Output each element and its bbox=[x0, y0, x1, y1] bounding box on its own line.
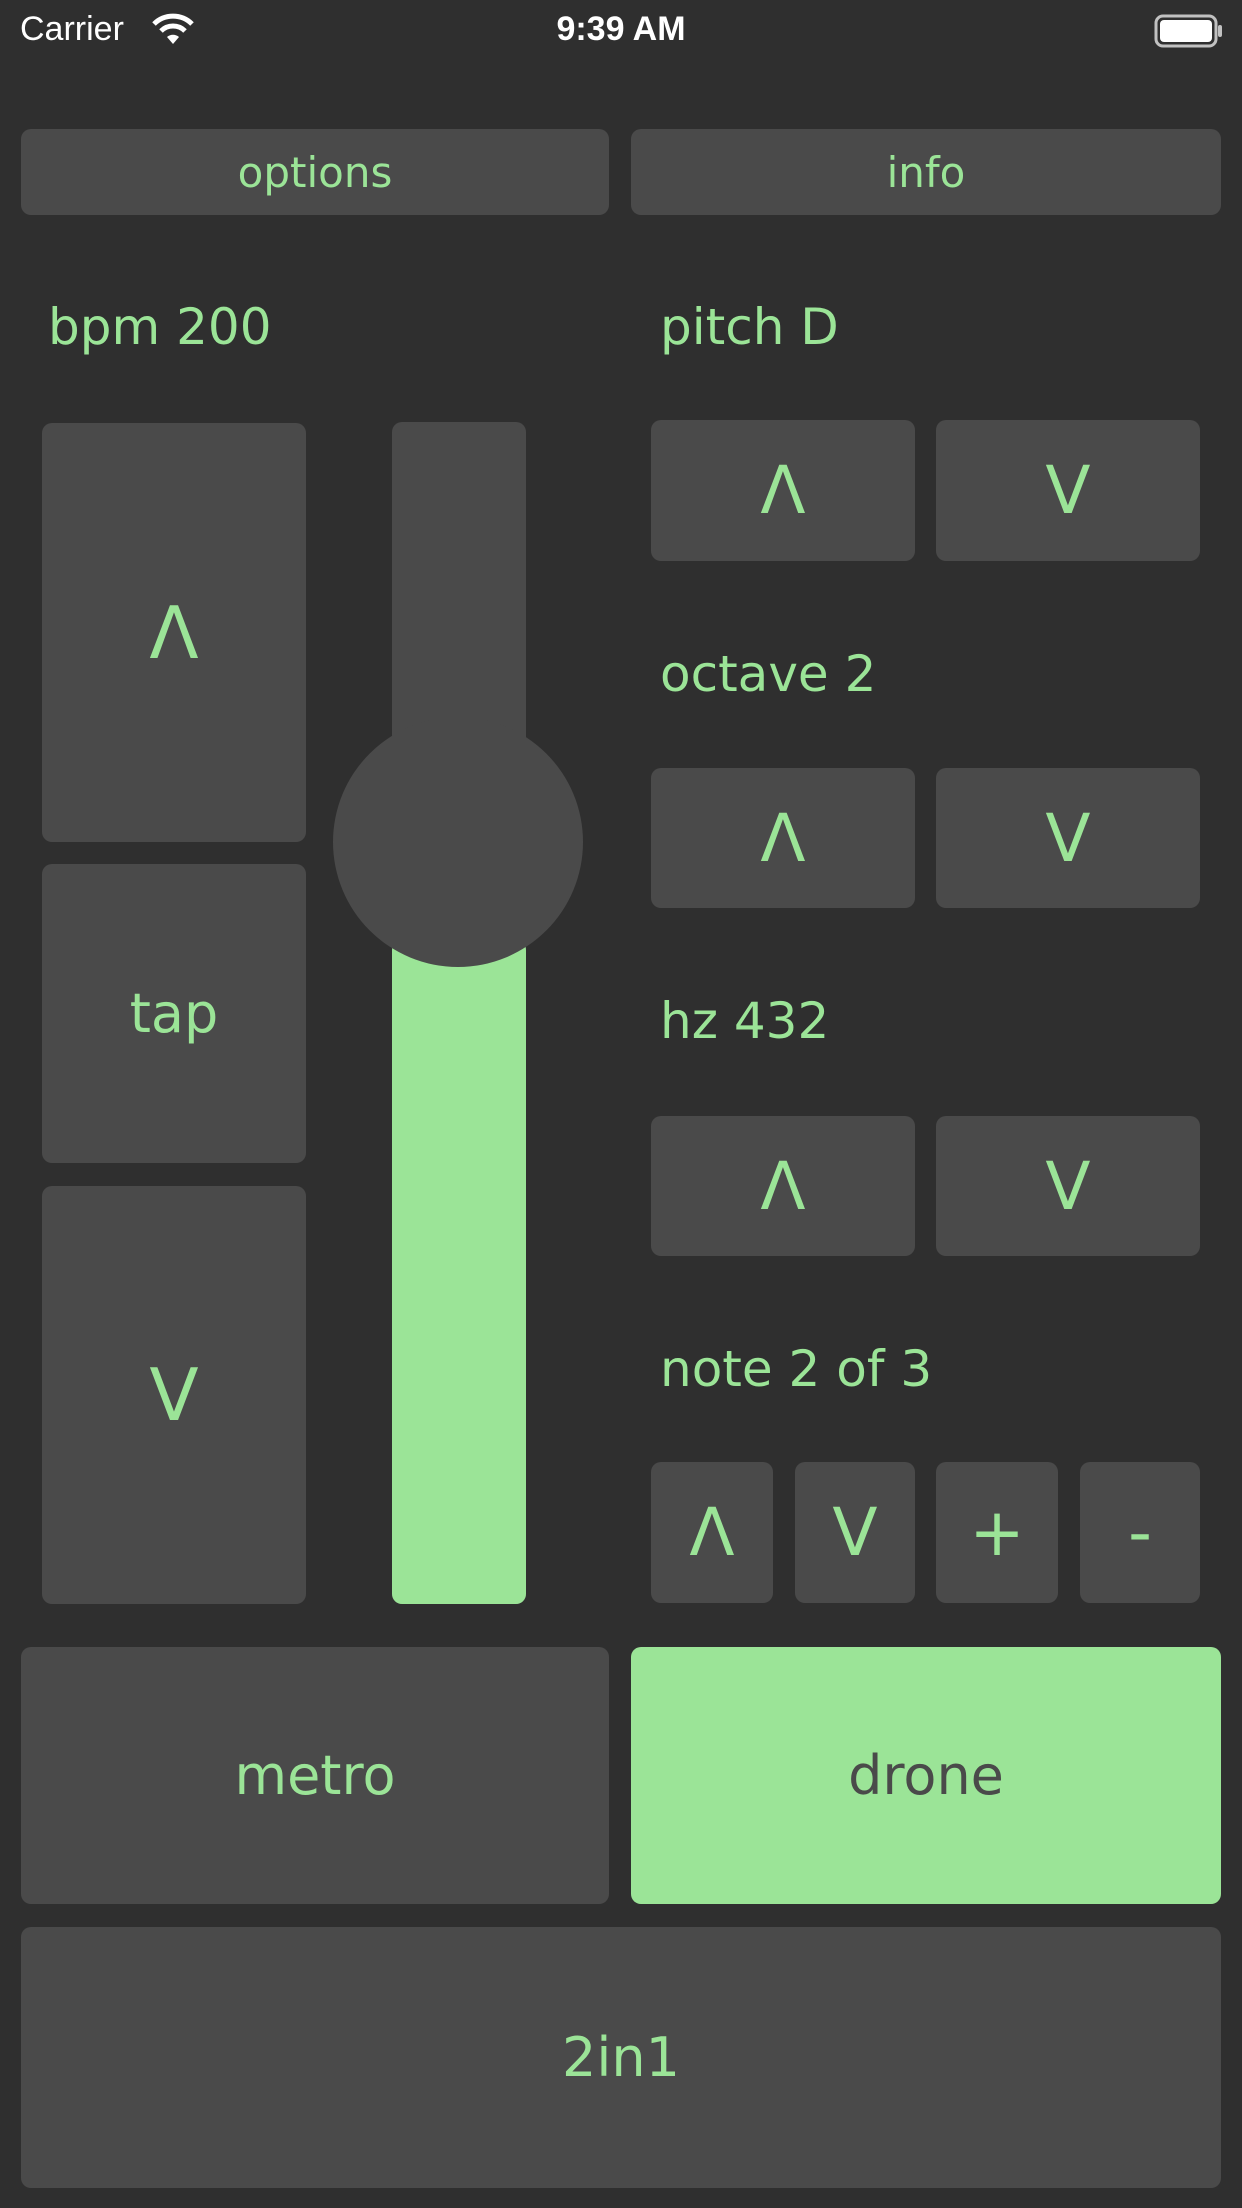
up-arrow-icon: Λ bbox=[760, 1147, 806, 1225]
up-arrow-icon: Λ bbox=[760, 799, 806, 877]
minus-icon: - bbox=[1128, 1494, 1152, 1571]
drone-button[interactable]: drone bbox=[631, 1647, 1221, 1904]
hz-down-button[interactable]: V bbox=[936, 1116, 1200, 1256]
note-label: note 2 of 3 bbox=[660, 1340, 933, 1398]
bpm-label: bpm 200 bbox=[48, 298, 272, 356]
tap-label: tap bbox=[129, 982, 219, 1045]
octave-label: octave 2 bbox=[660, 645, 877, 703]
status-time: 9:39 AM bbox=[556, 10, 686, 48]
slider-thumb[interactable] bbox=[333, 717, 583, 967]
plus-icon: + bbox=[969, 1494, 1025, 1571]
note-down-button[interactable]: V bbox=[795, 1462, 915, 1603]
octave-down-button[interactable]: V bbox=[936, 768, 1200, 908]
hz-up-button[interactable]: Λ bbox=[651, 1116, 915, 1256]
down-arrow-icon: V bbox=[1045, 1147, 1091, 1225]
metro-label: metro bbox=[234, 1744, 396, 1807]
options-button[interactable]: options bbox=[21, 129, 609, 215]
up-arrow-icon: Λ bbox=[689, 1494, 735, 1571]
two-in-one-button[interactable]: 2in1 bbox=[21, 1927, 1221, 2188]
note-remove-button[interactable]: - bbox=[1080, 1462, 1200, 1603]
up-arrow-icon: Λ bbox=[149, 590, 199, 675]
status-bar: Carrier 9:39 AM bbox=[0, 0, 1242, 62]
note-add-button[interactable]: + bbox=[936, 1462, 1058, 1603]
down-arrow-icon: V bbox=[149, 1353, 199, 1437]
drone-label: drone bbox=[848, 1744, 1004, 1807]
two-in-one-label: 2in1 bbox=[562, 2026, 680, 2089]
up-arrow-icon: Λ bbox=[760, 452, 806, 529]
info-label: info bbox=[886, 147, 966, 197]
battery-icon bbox=[1154, 14, 1222, 48]
octave-up-button[interactable]: Λ bbox=[651, 768, 915, 908]
down-arrow-icon: V bbox=[1045, 452, 1091, 529]
pitch-label: pitch D bbox=[660, 298, 839, 356]
bpm-down-button[interactable]: V bbox=[42, 1186, 306, 1604]
tap-button[interactable]: tap bbox=[42, 864, 306, 1163]
bpm-up-button[interactable]: Λ bbox=[42, 423, 306, 842]
hz-label: hz 432 bbox=[660, 992, 830, 1050]
pitch-up-button[interactable]: Λ bbox=[651, 420, 915, 561]
pitch-down-button[interactable]: V bbox=[936, 420, 1200, 561]
info-button[interactable]: info bbox=[631, 129, 1221, 215]
options-label: options bbox=[237, 147, 393, 197]
down-arrow-icon: V bbox=[832, 1494, 878, 1571]
metro-button[interactable]: metro bbox=[21, 1647, 609, 1904]
down-arrow-icon: V bbox=[1045, 799, 1091, 877]
note-up-button[interactable]: Λ bbox=[651, 1462, 773, 1603]
slider-fill bbox=[392, 940, 526, 1604]
